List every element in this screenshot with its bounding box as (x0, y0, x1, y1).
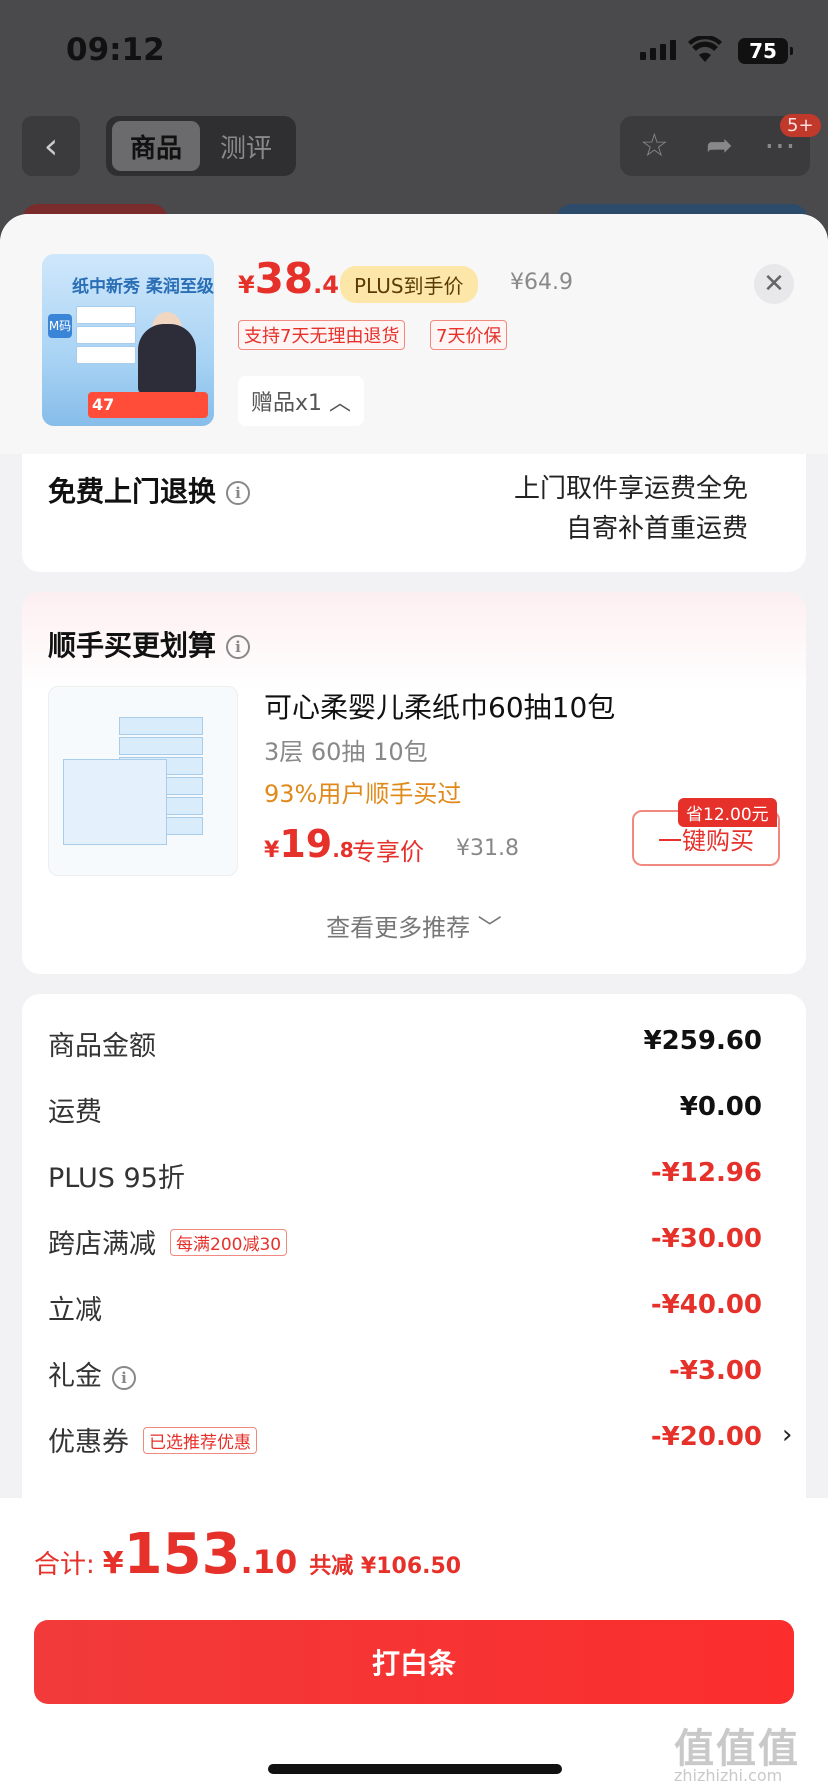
summary-value: -¥3.00 (668, 1356, 762, 1386)
summary-value: ¥0.00 (679, 1092, 762, 1122)
summary-row-shipping: 运费 ¥0.00 (48, 1090, 762, 1134)
home-indicator[interactable] (268, 1764, 562, 1774)
summary-row-plus: PLUS 95折 -¥12.96 (48, 1156, 762, 1200)
summary-row-subtotal: 商品金额 ¥259.60 (48, 1024, 762, 1068)
recommend-title: 顺手买更划算 i (48, 624, 251, 664)
summary-label-text: 跨店满减 (48, 1229, 156, 1260)
chevron-left-icon: ‹ (43, 125, 59, 167)
tissue-box (119, 737, 203, 755)
watermark-url: zhizhizhi.com (674, 1766, 783, 1785)
info-icon[interactable]: i (226, 635, 251, 659)
recommend-price: ¥ 19 .8 (264, 822, 354, 866)
thumb-text: 纸中新秀 柔润至级 (72, 277, 214, 297)
summary-value: -¥12.96 (650, 1158, 762, 1188)
save-amount-tag: 省12.00元 (678, 798, 777, 827)
currency-symbol: ¥ (102, 1546, 124, 1581)
wifi-icon (688, 36, 722, 62)
recommend-product-name[interactable]: 可心柔婴儿柔纸巾60抽10包 (264, 686, 615, 726)
plus-price-tag: PLUS到手价 (340, 266, 478, 303)
tissue-box (76, 346, 136, 364)
currency-symbol: ¥ (264, 838, 280, 863)
thumb-price: 47 (88, 392, 208, 418)
star-icon[interactable]: ☆ (640, 126, 669, 164)
product-thumbnail: 纸中新秀 柔润至级 M码 47 (42, 254, 214, 426)
info-icon[interactable]: i (112, 1365, 136, 1390)
summary-row-gift-money: 礼金 i -¥3.00 (48, 1354, 762, 1398)
status-time: 09:12 (66, 32, 165, 68)
total-decimal: .10 (240, 1543, 298, 1581)
price-decimal: .8 (332, 838, 354, 862)
recommend-product-spec: 3层 60抽 10包 (264, 738, 428, 766)
return-service-line2: 自寄补首重运费 (565, 514, 748, 544)
summary-label-text: 礼金 (48, 1361, 102, 1392)
tissue-pack (63, 759, 167, 845)
header-price: ¥ 38 .41 (238, 254, 356, 303)
recommend-card: 顺手买更划算 i 可心柔婴儿柔纸巾60抽10包 3层 60抽 10包 93%用户顺… (22, 592, 806, 974)
return-service-line1: 上门取件享运费全免 (513, 474, 748, 504)
return-service-title: 免费上门退换 i (48, 470, 251, 510)
return-policy-tag: 支持7天无理由退货 (238, 320, 406, 350)
summary-row-discount: 立减 -¥40.00 (48, 1288, 762, 1332)
coupon-tag: 已选推荐优惠 (143, 1427, 257, 1454)
summary-label: 商品金额 (48, 1031, 156, 1062)
more-recommend-link[interactable]: 查看更多推荐 ﹀ (22, 908, 806, 943)
info-icon[interactable]: i (226, 481, 251, 505)
signal-icon (640, 40, 676, 60)
total-amount: 合计: ¥ 153 .10 共减 ¥106.50 (34, 1522, 461, 1587)
summary-value: -¥40.00 (650, 1290, 762, 1320)
summary-label: 运费 (48, 1097, 102, 1128)
share-icon[interactable]: ➦ (706, 126, 733, 164)
recommend-title-label: 顺手买更划算 (48, 629, 217, 662)
total-label: 合计: (34, 1550, 95, 1580)
summary-value: -¥30.00 (650, 1224, 762, 1254)
recommend-product-image[interactable] (48, 686, 238, 876)
summary-label-text: 优惠券 (48, 1427, 129, 1458)
price-integer: 38 (254, 254, 314, 303)
thumb-badge: M码 (48, 314, 72, 338)
tab-switcher: 商品 测评 (106, 116, 296, 176)
back-button[interactable]: ‹ (22, 116, 80, 176)
summary-label: 优惠券 已选推荐优惠 (48, 1420, 257, 1459)
summary-label: 礼金 i (48, 1354, 136, 1393)
summary-value: ¥259.60 (643, 1026, 762, 1056)
total-integer: 153 (123, 1522, 241, 1587)
recommend-bought-rate: 93%用户顺手买过 (264, 780, 462, 808)
summary-label: 跨店满减 每满200减30 (48, 1222, 288, 1261)
tissue-box (76, 326, 136, 344)
tissue-box (76, 306, 136, 324)
battery-icon: 75 (738, 38, 793, 64)
summary-row-coupon[interactable]: 优惠券 已选推荐优惠 -¥20.00 (48, 1420, 762, 1464)
top-nav: ‹ 商品 测评 ☆ ➦ ⋯ (0, 116, 828, 176)
summary-row-cross-store: 跨店满减 每满200减30 -¥30.00 (48, 1222, 762, 1266)
chevron-right-icon[interactable]: › (782, 1420, 792, 1450)
total-saved: 共减 ¥106.50 (309, 1554, 462, 1579)
close-icon: ✕ (763, 269, 785, 299)
exclusive-price-label: 专享价 (352, 838, 424, 866)
currency-symbol: ¥ (238, 271, 255, 299)
recommend-original-price: ¥31.8 (456, 836, 519, 861)
model-figure (138, 324, 196, 394)
return-service-label: 免费上门退换 (48, 475, 217, 508)
price-integer: 19 (279, 822, 333, 866)
summary-label: 立减 (48, 1295, 102, 1326)
original-price: ¥64.9 (510, 270, 573, 295)
close-button[interactable]: ✕ (754, 264, 794, 304)
checkout-bar: 合计: ¥ 153 .10 共减 ¥106.50 打白条 值值值 zhizhiz… (0, 1498, 828, 1792)
sheet-header: 纸中新秀 柔润至级 M码 47 ¥ 38 .41 PLUS到手价 ¥64.9 ✕… (0, 214, 828, 454)
tissue-box (119, 717, 203, 735)
promo-tag: 每满200减30 (170, 1229, 288, 1256)
summary-value: -¥20.00 (650, 1422, 762, 1452)
notification-badge: 5+ (780, 114, 821, 137)
tab-review[interactable]: 测评 (202, 121, 290, 171)
price-protect-tag: 7天价保 (430, 320, 508, 350)
gift-toggle[interactable]: 赠品x1 ︿ (238, 376, 364, 426)
pay-button[interactable]: 打白条 (34, 1620, 794, 1704)
summary-label: PLUS 95折 (48, 1163, 185, 1194)
tab-product[interactable]: 商品 (112, 121, 200, 171)
status-bar: 09:12 75 (0, 0, 828, 100)
